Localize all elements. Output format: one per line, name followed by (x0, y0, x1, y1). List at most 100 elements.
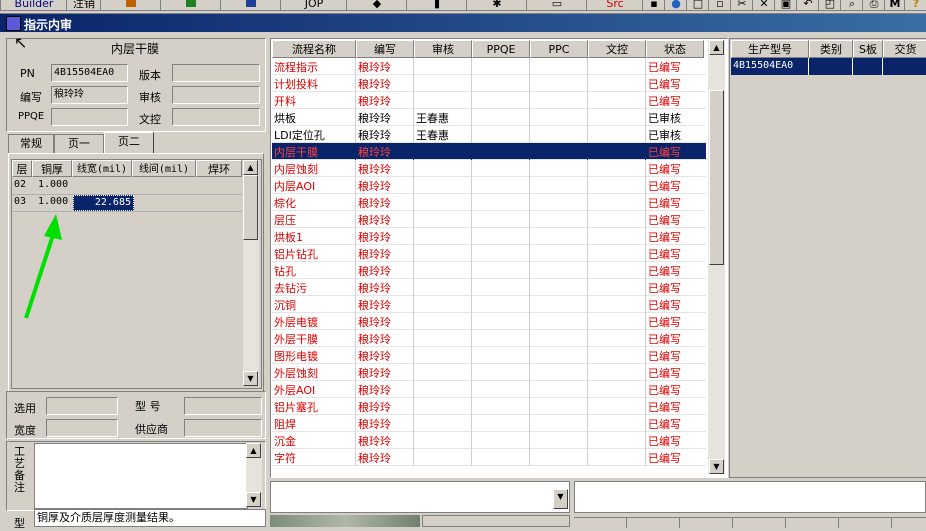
print-button[interactable]: ⎙ (862, 0, 886, 11)
table-row[interactable]: 图形电镀 稂玲玲 已编写 (272, 347, 706, 364)
table-row[interactable]: 02 1.000 (12, 177, 242, 195)
tool-button-7[interactable]: ✱ (466, 0, 528, 11)
flow-col-header[interactable]: PPQE (472, 40, 530, 58)
builder-button[interactable]: Builder (0, 0, 68, 11)
tab-page-two[interactable]: 页二 (104, 132, 154, 154)
remark-scroll-up[interactable]: ▲ (246, 443, 261, 458)
table-row[interactable]: 层压 稂玲玲 已编写 (272, 211, 706, 228)
table-row[interactable]: 计划投料 稂玲玲 已编写 (272, 75, 706, 92)
undo-button[interactable]: ↶ (796, 0, 820, 11)
table-row[interactable]: 开料 稂玲玲 已编写 (272, 92, 706, 109)
model-col-header[interactable]: 生产型号 (731, 40, 809, 58)
flow-col-header[interactable]: 编写 (356, 40, 414, 58)
grid-line (355, 347, 356, 364)
model-field[interactable] (184, 397, 262, 415)
col-line-space[interactable]: 线间(mil) (132, 160, 196, 177)
col-ring[interactable]: 焊环 (196, 160, 242, 177)
table-row[interactable]: 内层干膜 稂玲玲 已编写 (272, 143, 706, 160)
src-button[interactable]: Src (586, 0, 644, 11)
tab-general[interactable]: 常规 (8, 134, 54, 153)
select-field[interactable] (46, 397, 118, 415)
tool-button-8[interactable]: ▭ (526, 0, 588, 11)
tool-button-m[interactable]: M (884, 0, 906, 11)
table-row[interactable]: 4B15504EA0 (731, 58, 926, 75)
table-row[interactable]: 钻孔 稂玲玲 已编写 (272, 262, 706, 279)
table-row[interactable]: 沉铜 稂玲玲 已编写 (272, 296, 706, 313)
review-field[interactable] (172, 86, 260, 104)
remark-scroll-down[interactable]: ▼ (246, 492, 261, 507)
tool-button-13[interactable]: ▫ (708, 0, 732, 11)
save-button[interactable]: ▣ (774, 0, 798, 11)
table-row[interactable]: 内层蚀刻 稂玲玲 已编写 (272, 160, 706, 177)
table-row[interactable]: 棕化 稂玲玲 已编写 (272, 194, 706, 211)
flow-scroll-down[interactable]: ▼ (709, 459, 724, 474)
table-row[interactable]: 烘板 稂玲玲 王春惠 已审核 (272, 109, 706, 126)
author-field[interactable]: 稂玲玲 (51, 86, 128, 104)
delete-button[interactable]: ✕ (752, 0, 776, 11)
grid-line (413, 211, 414, 228)
tool-button-2[interactable] (160, 0, 222, 11)
tool-button-6[interactable]: ▮ (406, 0, 468, 11)
flow-col-header[interactable]: 文控 (588, 40, 646, 58)
model-col-header[interactable]: S板 (853, 40, 883, 58)
table-row[interactable]: LDI定位孔 稂玲玲 王春惠 已审核 (272, 126, 706, 143)
control-field[interactable] (172, 108, 260, 126)
help-button[interactable]: ? (904, 0, 926, 11)
table-row[interactable]: 沉金 稂玲玲 已编写 (272, 432, 706, 449)
ppqe-field[interactable] (51, 108, 128, 126)
tab-page-one[interactable]: 页一 (54, 134, 104, 153)
flow-scroll-up[interactable]: ▲ (709, 40, 724, 55)
flow-status-cell: 已编写 (648, 163, 681, 176)
note-field[interactable]: 铜厚及介质层厚度测量结果。 (34, 509, 266, 527)
version-field[interactable] (172, 64, 260, 82)
table-row[interactable]: 烘板1 稂玲玲 已编写 (272, 228, 706, 245)
layer-grid-scrollbar[interactable]: ▲ ▼ (243, 160, 259, 386)
flow-col-header[interactable]: PPC (530, 40, 588, 58)
scroll-up-button[interactable]: ▲ (243, 160, 258, 175)
scroll-thumb[interactable] (243, 175, 258, 240)
table-row[interactable]: 内层AOI 稂玲玲 已编写 (272, 177, 706, 194)
col-layer[interactable]: 层 (12, 160, 32, 177)
logout-button[interactable]: 注销 (66, 0, 102, 11)
tool-button-5[interactable]: ◆ (346, 0, 408, 11)
table-row[interactable]: 外层干膜 稂玲玲 已编写 (272, 330, 706, 347)
col-copper[interactable]: 铜厚 (32, 160, 72, 177)
search-button[interactable]: ⌕ (840, 0, 864, 11)
flow-col-header[interactable]: 审核 (414, 40, 472, 58)
jop-button[interactable]: JOP (280, 0, 348, 11)
table-row[interactable]: 外层电镀 稂玲玲 已编写 (272, 313, 706, 330)
grid-line (413, 126, 414, 143)
width-field[interactable] (46, 419, 118, 437)
line-width-cell-selected[interactable]: 22.685 (73, 195, 134, 211)
table-row[interactable]: 铝片钻孔 稂玲玲 已编写 (272, 245, 706, 262)
table-row[interactable]: 外层AOI 稂玲玲 已编写 (272, 381, 706, 398)
col-line-width[interactable]: 线宽(mil) (72, 160, 132, 177)
flow-col-header[interactable]: 流程名称 (272, 40, 356, 58)
model-col-header[interactable]: 类别 (809, 40, 853, 58)
dropdown-arrow-icon[interactable]: ▼ (553, 489, 568, 509)
table-row[interactable]: 外层蚀刻 稂玲玲 已编写 (272, 364, 706, 381)
flow-scrollbar[interactable]: ▲ ▼ (708, 40, 725, 474)
supplier-field[interactable] (184, 419, 262, 437)
pn-field[interactable]: 4B15504EA0 (51, 64, 128, 82)
remark-textarea[interactable] (34, 443, 248, 509)
bottom-left-input[interactable] (270, 481, 570, 513)
tool-button-11[interactable]: ● (664, 0, 688, 11)
table-row[interactable]: 流程指示 稂玲玲 已编写 (272, 58, 706, 75)
tool-button-3[interactable] (220, 0, 282, 11)
remark-scrollbar[interactable]: ▲ ▼ (246, 443, 262, 507)
scroll-down-button[interactable]: ▼ (243, 371, 258, 386)
tool-button-10[interactable]: ▪ (642, 0, 666, 11)
tool-button-1[interactable] (100, 0, 162, 11)
flow-col-header[interactable]: 状态 (646, 40, 704, 58)
flow-scroll-thumb[interactable] (709, 90, 724, 265)
bottom-right-input[interactable] (574, 481, 926, 513)
preview-button[interactable]: ◰ (818, 0, 842, 11)
cut-button[interactable]: ✂ (730, 0, 754, 11)
tool-button-12[interactable]: □ (686, 0, 710, 11)
model-col-header[interactable]: 交货 (883, 40, 926, 58)
table-row[interactable]: 字符 稂玲玲 已编写 (272, 449, 706, 466)
table-row[interactable]: 阻焊 稂玲玲 已编写 (272, 415, 706, 432)
table-row[interactable]: 铝片塞孔 稂玲玲 已编写 (272, 398, 706, 415)
table-row[interactable]: 去钻污 稂玲玲 已编写 (272, 279, 706, 296)
